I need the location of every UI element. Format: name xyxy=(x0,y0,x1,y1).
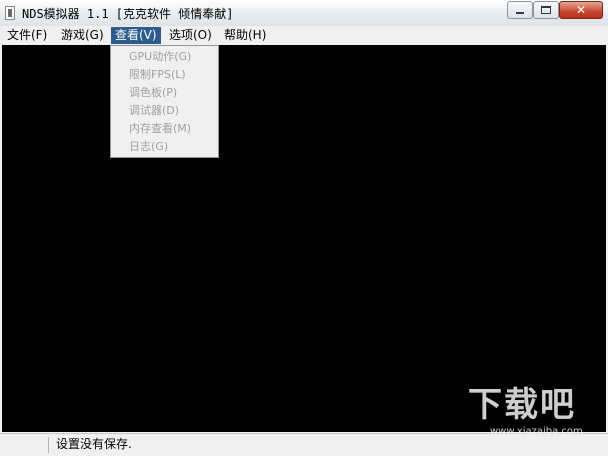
menu-file[interactable]: 文件(F) xyxy=(3,27,51,44)
menu-item-palette[interactable]: 调色板(P) xyxy=(129,85,177,101)
maximize-icon xyxy=(541,6,551,14)
minimize-button[interactable] xyxy=(507,1,533,19)
menu-view[interactable]: 查看(V) xyxy=(111,27,161,44)
status-pane xyxy=(2,437,49,453)
close-button[interactable]: ✕ xyxy=(559,1,603,19)
menu-item-gpu-action[interactable]: GPU动作(G) xyxy=(129,49,191,65)
status-bar: 设置没有保存. xyxy=(0,433,608,456)
menu-help[interactable]: 帮助(H) xyxy=(220,27,270,44)
menu-item-log[interactable]: 日志(G) xyxy=(129,139,168,155)
menu-item-limit-fps[interactable]: 限制FPS(L) xyxy=(129,67,186,83)
title-bar[interactable]: NDS模拟器 1.1 [克克软件 倾情奉献] ✕ xyxy=(0,0,608,27)
menu-game[interactable]: 游戏(G) xyxy=(57,27,108,44)
menu-options[interactable]: 选项(O) xyxy=(165,27,216,44)
view-menu-dropdown: GPU动作(G) 限制FPS(L) 调色板(P) 调试器(D) 内存查看(M) … xyxy=(110,45,219,158)
menu-item-debugger[interactable]: 调试器(D) xyxy=(129,103,179,119)
maximize-button[interactable] xyxy=(533,1,559,19)
emulator-screen[interactable] xyxy=(2,45,606,432)
minimize-icon xyxy=(516,12,524,14)
status-message: 设置没有保存. xyxy=(56,437,132,451)
close-icon: ✕ xyxy=(575,3,587,17)
window-title: NDS模拟器 1.1 [克克软件 倾情奉献] xyxy=(22,7,234,21)
menu-item-memory-viewer[interactable]: 内存查看(M) xyxy=(129,121,191,137)
app-window: NDS模拟器 1.1 [克克软件 倾情奉献] ✕ 文件(F) 游戏(G) 查看(… xyxy=(0,0,608,456)
menu-bar: 文件(F) 游戏(G) 查看(V) 选项(O) 帮助(H) xyxy=(0,26,608,45)
app-icon[interactable] xyxy=(5,6,15,20)
